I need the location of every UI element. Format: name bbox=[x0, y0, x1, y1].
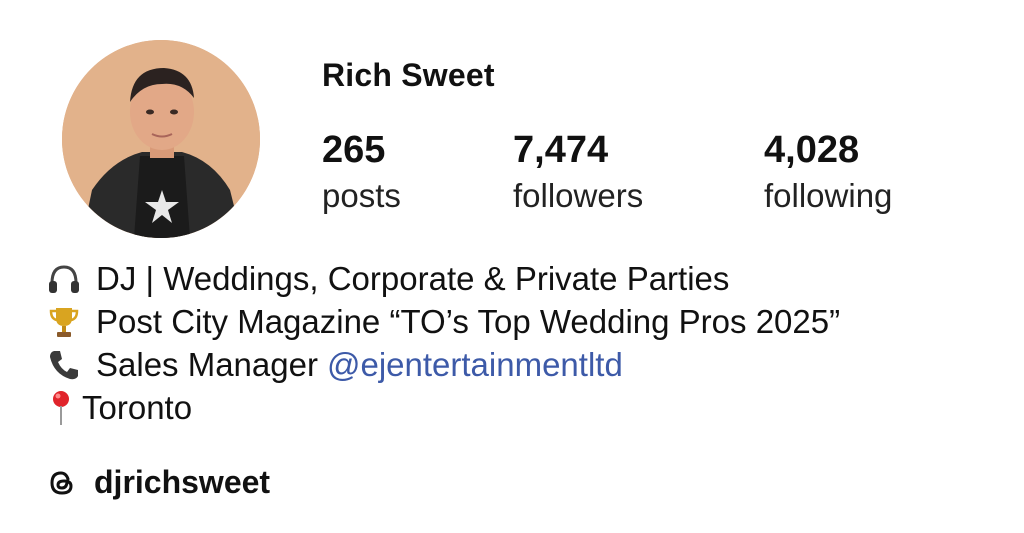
bio-line-dj: DJ | Weddings, Corporate & Private Parti… bbox=[44, 257, 840, 300]
bio-line-award: Post City Magazine “TO’s Top Wedding Pro… bbox=[44, 300, 840, 343]
posts-count: 265 bbox=[322, 129, 386, 171]
stat-following[interactable]: 4,028 following bbox=[764, 128, 892, 218]
followers-count: 7,474 bbox=[513, 129, 609, 171]
bio-text-sales: Sales Manager bbox=[96, 346, 318, 383]
trophy-icon bbox=[44, 302, 84, 342]
threads-icon bbox=[44, 465, 80, 501]
mention-link[interactable]: @ejentertainmentltd bbox=[327, 343, 623, 386]
posts-label: posts bbox=[322, 177, 401, 214]
stat-posts[interactable]: 265 posts bbox=[322, 128, 401, 218]
following-count: 4,028 bbox=[764, 129, 860, 171]
threads-handle: djrichsweet bbox=[94, 464, 271, 500]
headphones-icon bbox=[44, 259, 84, 299]
profile-header: Rich Sweet 265 posts 7,474 followers 4,0… bbox=[0, 0, 1024, 533]
bio-text-dj: DJ | Weddings, Corporate & Private Parti… bbox=[96, 260, 730, 297]
bio-text-award: Post City Magazine “TO’s Top Wedding Pro… bbox=[96, 303, 841, 340]
map-pin-icon bbox=[44, 388, 78, 428]
telephone-icon bbox=[44, 345, 84, 385]
profile-bio: DJ | Weddings, Corporate & Private Parti… bbox=[44, 257, 840, 429]
stat-followers[interactable]: 7,474 followers bbox=[513, 128, 643, 218]
bio-line-location: Toronto bbox=[44, 386, 840, 429]
bio-text-location: Toronto bbox=[82, 389, 193, 426]
profile-avatar[interactable] bbox=[62, 40, 260, 238]
following-label: following bbox=[764, 177, 893, 214]
profile-name: Rich Sweet bbox=[322, 57, 495, 93]
followers-label: followers bbox=[513, 177, 644, 214]
threads-link[interactable]: djrichsweet bbox=[44, 464, 270, 501]
avatar-photo bbox=[62, 40, 260, 238]
bio-line-sales: Sales Manager @ejentertainmentltd bbox=[44, 343, 840, 386]
